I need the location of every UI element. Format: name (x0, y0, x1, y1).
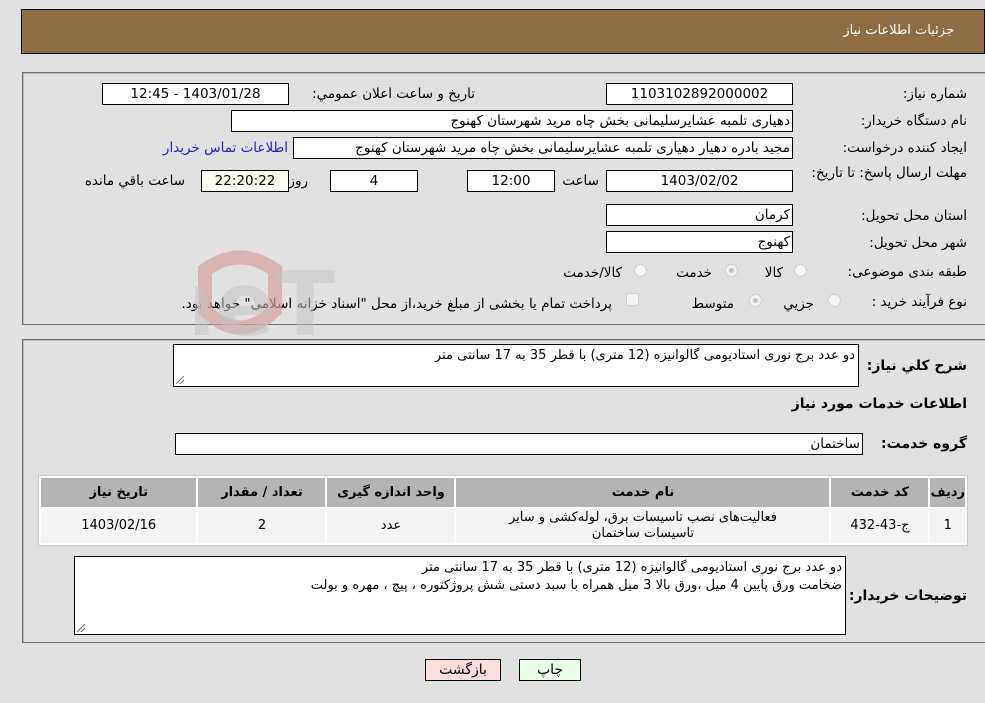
buyer-org-label: نام دستگاه خریدار: (860, 113, 967, 129)
cell-service-name: فعالیت‌های نصب تاسیسات برق، لوله‌کشی و س… (456, 509, 830, 543)
treasury-note: پرداخت تمام یا بخشی از مبلغ خرید،از محل … (181, 296, 612, 312)
services-heading: اطلاعات خدمات مورد نیاز (791, 396, 967, 412)
col-header-row-num: ردیف (930, 478, 965, 507)
summary-textarea[interactable]: دو عدد برج نوری استادیومی گالوانیزه (12 … (173, 344, 859, 387)
buyer-contact-link[interactable]: اطلاعات تماس خریدار (163, 140, 288, 156)
deadline-time-field: 12:00 (467, 170, 555, 192)
resize-grip-icon[interactable] (176, 376, 184, 384)
category-option-goods-service: کالا/خدمت (563, 265, 622, 281)
category-radio-service[interactable] (725, 264, 738, 277)
purchase-radio-medium[interactable] (749, 294, 762, 307)
cell-service-code: ج-43-432 (831, 509, 929, 543)
days-remaining-field: 4 (330, 170, 418, 192)
requester-label: ایجاد کننده درخواست: (842, 140, 967, 156)
category-label: طبقه بندی موضوعی: (847, 264, 967, 280)
time-remaining-field: 22:20:22 (201, 170, 289, 192)
deadline-date-field: 1403/02/02 (606, 170, 793, 192)
buyer-notes-line-2: ضخامت ورق پایین 4 میل ،ورق بالا 3 میل هم… (310, 578, 842, 593)
province-label: استان محل تحویل: (861, 208, 967, 224)
table-row: 1 ج-43-432 فعالیت‌های نصب تاسیسات برق، ل… (41, 509, 965, 543)
purchase-radio-minor[interactable] (828, 294, 841, 307)
buyer-org-field: دهیاری تلمبه عشایرسلیمانی بخش چاه مرید ش… (231, 110, 793, 132)
summary-label: شرح کلي نیاز: (866, 358, 967, 374)
province-field: کرمان (606, 204, 793, 226)
col-header-service-code: کد خدمت (831, 478, 929, 507)
city-field: کهنوج (606, 231, 793, 253)
category-radio-goods[interactable] (794, 264, 807, 277)
services-table: ردیف کد خدمت نام خدمت واحد اندازه گیری ت… (38, 475, 968, 546)
need-number-field: 1103102892000002 (606, 83, 793, 105)
buyer-notes-line-1: دو عدد برج نوری استادیومی گالوانیزه (12 … (421, 560, 842, 575)
cell-unit: عدد (327, 509, 455, 543)
resize-grip-icon[interactable] (77, 624, 85, 632)
category-option-goods: کالا (764, 265, 783, 281)
deadline-label: مهلت ارسال پاسخ: تا تاریخ: (811, 165, 967, 181)
service-group-field: ساختمان (175, 433, 863, 455)
cell-row-num: 1 (930, 509, 965, 543)
print-button[interactable]: چاپ (519, 659, 581, 681)
purchase-option-minor: جزيي (783, 296, 814, 312)
time-remaining-label: ساعت باقي مانده (84, 173, 185, 189)
category-radio-goods-service[interactable] (634, 264, 647, 277)
category-option-service: خدمت (676, 265, 712, 281)
col-header-quantity: تعداد / مقدار (198, 478, 326, 507)
purchase-type-label: نوع فرآیند خرید : (871, 294, 967, 310)
cell-need-date: 1403/02/16 (41, 509, 197, 543)
need-number-label: شماره نیاز: (902, 86, 967, 102)
col-header-need-date: تاریخ نیاز (41, 478, 197, 507)
page-title: جزئیات اطلاعات نیاز (843, 23, 954, 38)
purchase-option-medium: متوسط (691, 296, 734, 312)
col-header-unit: واحد اندازه گیری (327, 478, 455, 507)
col-header-service-name: نام خدمت (456, 478, 830, 507)
treasury-checkbox[interactable] (626, 293, 639, 306)
back-button[interactable]: بازگشت (425, 659, 501, 681)
page-header: جزئیات اطلاعات نیاز (21, 9, 985, 54)
buyer-notes-label: توضیحات خریدار: (848, 588, 967, 604)
service-group-label: گروه خدمت: (881, 436, 967, 452)
summary-text: دو عدد برج نوری استادیومی گالوانیزه (12 … (434, 348, 855, 363)
table-header-row: ردیف کد خدمت نام خدمت واحد اندازه گیری ت… (41, 478, 965, 507)
city-label: شهر محل تحویل: (869, 235, 967, 251)
requester-field: مجید بادره دهیار دهیاری تلمبه عشایرسلیما… (293, 137, 793, 159)
buyer-notes-textarea[interactable]: دو عدد برج نوری استادیومی گالوانیزه (12 … (74, 556, 846, 635)
announce-datetime-field: 1403/01/28 - 12:45 (102, 83, 289, 105)
cell-quantity: 2 (198, 509, 326, 543)
announce-datetime-label: تاریخ و ساعت اعلان عمومي: (312, 86, 475, 102)
deadline-time-label: ساعت (562, 173, 599, 189)
